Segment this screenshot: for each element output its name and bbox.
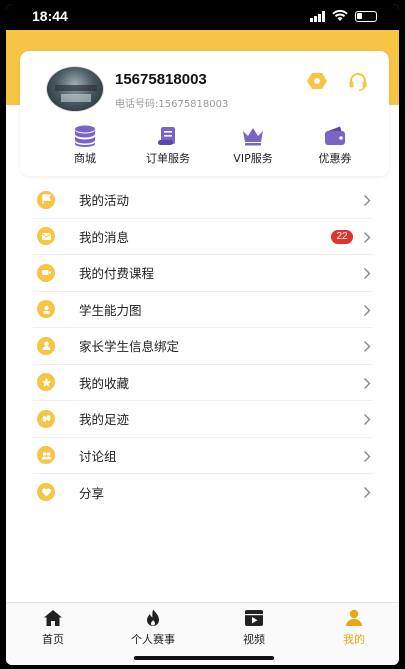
tab-personal-events[interactable]: 个人赛事 [113, 609, 193, 647]
wallet-icon [325, 126, 345, 145]
unread-badge: 22 [331, 229, 353, 244]
status-bar: 18:44 [6, 4, 399, 30]
group-icon [37, 446, 55, 465]
flag-icon [37, 190, 55, 209]
user-link-icon [37, 336, 55, 355]
video-tab-icon [245, 610, 263, 626]
student-icon [37, 300, 55, 319]
quick-action-vip[interactable]: VIP服务 [210, 125, 296, 166]
tab-mine[interactable]: 我的 [314, 609, 394, 647]
menu-item-label: 我的收藏 [79, 375, 130, 391]
quick-actions: 商城 订单服务 VIP服务 优惠券 [20, 125, 389, 169]
wifi-icon [332, 10, 348, 21]
chevron-right-icon [364, 231, 371, 243]
menu-list: 我的活动 我的消息 22 我的付费课程 学生能力图 家长学生信息绑定 我的收藏 … [33, 182, 373, 511]
chevron-right-icon [364, 377, 371, 389]
profile-phone: 电话号码:15675818003 [115, 99, 229, 110]
menu-item-activities[interactable]: 我的活动 [33, 182, 373, 219]
menu-item-label: 我的活动 [79, 193, 130, 209]
status-icons [310, 10, 377, 22]
chevron-right-icon [364, 487, 371, 498]
quick-action-label: 订单服务 [146, 152, 190, 165]
footprint-icon [37, 409, 55, 428]
menu-item-label: 分享 [79, 485, 105, 501]
quick-action-label: 商城 [74, 152, 96, 165]
quick-action-coupons[interactable]: 优惠券 [292, 125, 378, 166]
menu-item-label: 讨论组 [79, 448, 117, 464]
profile-title: 15675818003 [115, 71, 207, 88]
avatar[interactable] [46, 66, 104, 112]
menu-item-discussion[interactable]: 讨论组 [33, 438, 373, 474]
menu-item-label: 家长学生信息绑定 [79, 339, 180, 355]
scroll-icon [158, 127, 175, 145]
quick-action-orders[interactable]: 订单服务 [125, 125, 211, 166]
menu-item-messages[interactable]: 我的消息 22 [33, 219, 373, 255]
database-icon [75, 125, 95, 147]
quick-action-label: 优惠券 [318, 152, 352, 165]
battery-icon [355, 10, 377, 22]
quick-action-label: VIP服务 [233, 152, 273, 165]
chevron-right-icon [364, 450, 371, 462]
chevron-right-icon [364, 268, 371, 279]
message-icon [37, 227, 55, 246]
crown-icon [243, 128, 263, 146]
home-indicator [134, 656, 274, 660]
menu-item-label: 学生能力图 [79, 302, 142, 318]
video-icon [37, 263, 55, 282]
menu-item-parent-binding[interactable]: 家长学生信息绑定 [33, 328, 373, 365]
menu-item-label: 我的消息 [79, 229, 130, 245]
settings-icon[interactable] [307, 72, 327, 90]
tab-home[interactable]: 首页 [13, 609, 93, 647]
profile-card: 15675818003 电话号码:15675818003 商城 订单服务 VIP… [20, 51, 389, 176]
menu-item-paid-courses[interactable]: 我的付费课程 [33, 255, 373, 292]
menu-item-footprints[interactable]: 我的足迹 [33, 401, 373, 438]
heart-icon [37, 483, 55, 502]
chevron-right-icon [364, 195, 371, 206]
headset-icon[interactable] [348, 71, 368, 91]
menu-item-student-ability[interactable]: 学生能力图 [33, 292, 373, 328]
chevron-right-icon [364, 414, 371, 425]
status-time: 18:44 [32, 8, 68, 24]
home-icon [44, 610, 62, 626]
signal-icon [310, 10, 325, 22]
profile-icon [346, 609, 362, 626]
tab-label: 我的 [343, 633, 365, 646]
tab-video[interactable]: 视频 [214, 609, 294, 647]
menu-item-favorites[interactable]: 我的收藏 [33, 365, 373, 401]
menu-item-label: 我的足迹 [79, 412, 130, 428]
chevron-right-icon [364, 304, 371, 316]
quick-action-shop[interactable]: 商城 [42, 125, 128, 166]
chevron-right-icon [364, 341, 371, 352]
tab-label: 视频 [243, 633, 265, 646]
menu-item-share[interactable]: 分享 [33, 474, 373, 511]
phone-screen: 18:44 15675818003 电话号码:15675818003 商城 订单… [6, 4, 399, 665]
tab-label: 个人赛事 [131, 633, 175, 646]
fire-icon [147, 609, 159, 626]
tab-label: 首页 [42, 633, 64, 646]
star-icon [37, 373, 55, 392]
menu-item-label: 我的付费课程 [79, 266, 155, 282]
